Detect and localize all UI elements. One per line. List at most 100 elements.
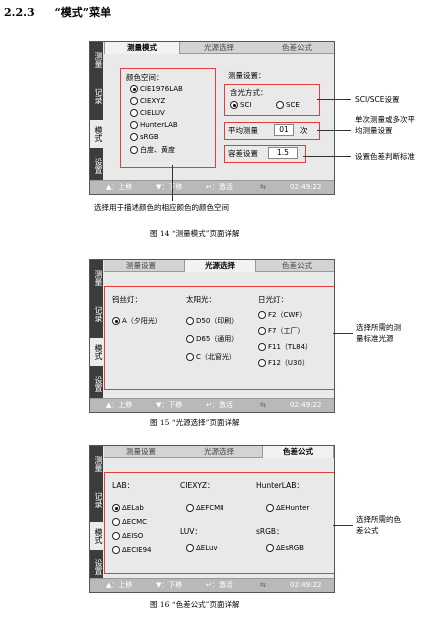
side-menu: 测量 记录 模式 设置 [90, 446, 103, 592]
leader-line [317, 130, 351, 131]
illuminant-option[interactable]: A（夕阳光） [112, 316, 162, 326]
clock-time: 02:49:22 [290, 183, 322, 191]
measure-settings-title: 测量设置： [228, 71, 266, 80]
clock-time: 02:49:22 [290, 581, 322, 589]
bottom-bar: ▲：上移 ▼：下移 ↵：激活 ⇆ 02:49:22 [90, 398, 334, 412]
lab-title: LAB： [112, 481, 135, 490]
annot-avg-measure: 单次测量或多次平 均测量设置 [355, 115, 415, 135]
side-menu-settings[interactable]: 设置 [90, 154, 103, 178]
leader-line [172, 165, 173, 201]
side-menu-mode[interactable]: 模式 [90, 338, 103, 366]
formula-option[interactable]: ΔEHunter [266, 504, 309, 512]
enter-hint: ↵：激活 [206, 183, 233, 191]
tab-measure-mode[interactable]: 测量模式 [104, 42, 180, 54]
radio-icon [112, 546, 120, 554]
tolerance-value[interactable]: 1.5 [268, 147, 298, 159]
ciexyz-title: CIEXYZ： [180, 481, 215, 490]
tab-color-diff[interactable]: 色差公式 [262, 446, 334, 458]
sce-option[interactable]: SCE [276, 101, 300, 109]
side-menu-record[interactable]: 记录 [90, 302, 103, 326]
figure-caption: 图 16 “色差公式”页面详解 [150, 600, 240, 609]
tab-illuminant[interactable]: 光源选择 [184, 42, 254, 53]
annot-color-space: 选择用于描述颜色的相应颜色的颜色空间 [94, 203, 229, 212]
side-menu-measure[interactable]: 测量 [90, 266, 103, 290]
luv-title: LUV： [180, 527, 202, 536]
leader-line [303, 156, 351, 157]
radio-icon [258, 327, 266, 335]
radio-icon [266, 504, 274, 512]
annot-tolerance: 设置色差判断标准 [355, 152, 415, 161]
radio-icon [130, 133, 138, 141]
radio-icon [186, 504, 194, 512]
radio-icon [186, 335, 194, 343]
radio-icon [130, 121, 138, 129]
pc-link-icon: ⇆ [260, 581, 266, 589]
leader-line [333, 333, 353, 334]
radio-icon [186, 317, 194, 325]
tab-measure-settings[interactable]: 测量设置 [104, 446, 178, 457]
avg-measure-value[interactable]: 01 [274, 124, 294, 136]
formula-option[interactable]: ΔEsRGB [266, 544, 304, 552]
color-space-option[interactable]: CIEXYZ [130, 97, 165, 105]
formula-option[interactable]: ΔEISO [112, 532, 143, 540]
radio-icon [258, 311, 266, 319]
radio-selected-icon [230, 101, 238, 109]
illuminant-option[interactable]: F11（TL84） [258, 342, 312, 352]
illuminant-screen: 测量 记录 模式 设置 测量设置 光源选择 色差公式 钨丝灯： A（夕阳光） 太… [89, 259, 335, 413]
side-menu-measure[interactable]: 测量 [90, 48, 103, 72]
color-space-option[interactable]: 白度、黄度 [130, 145, 175, 155]
tungsten-title: 钨丝灯： [112, 295, 142, 304]
side-menu-settings[interactable]: 设置 [90, 372, 103, 396]
radio-icon [112, 532, 120, 540]
formula-option[interactable]: ΔELab [112, 504, 144, 512]
color-space-option[interactable]: CIELUV [130, 109, 165, 117]
formula-option[interactable]: ΔELuv [186, 544, 218, 552]
up-hint: ▲：上移 [106, 581, 133, 589]
section-heading: 2.2.3 “模式”菜单 [4, 4, 111, 20]
illuminant-option[interactable]: F7（工厂） [258, 326, 304, 336]
annot-sci-sce: SCI/SCE设置 [355, 95, 400, 104]
formula-option[interactable]: ΔEFCMⅡ [186, 504, 224, 512]
tab-illuminant[interactable]: 光源选择 [184, 260, 256, 272]
illuminant-option[interactable]: D65（通用） [186, 334, 238, 344]
radio-icon [258, 359, 266, 367]
figure-caption: 图 14 “测量模式”页面详解 [150, 229, 240, 238]
tab-color-diff[interactable]: 色差公式 [262, 42, 332, 53]
specular-label: 含光方式： [230, 88, 268, 97]
color-space-option[interactable]: HunterLAB [130, 121, 178, 129]
measure-mode-screen: 测量 记录 模式 设置 测量模式 光源选择 色差公式 颜色空间： CIE1976… [89, 41, 335, 195]
avg-measure-label: 平均测量 [228, 126, 258, 135]
color-space-option[interactable]: sRGB [130, 133, 159, 141]
side-menu-mode[interactable]: 模式 [90, 522, 103, 550]
formula-option[interactable]: ΔECMC [112, 518, 147, 526]
side-menu-record[interactable]: 记录 [90, 488, 103, 512]
down-hint: ▼：下移 [156, 401, 183, 409]
illuminant-option[interactable]: C（北窗光） [186, 352, 236, 362]
sun-title: 太阳光： [186, 295, 216, 304]
fluorescent-title: 日光灯： [258, 295, 288, 304]
side-menu-mode[interactable]: 模式 [90, 120, 103, 148]
tab-color-diff[interactable]: 色差公式 [262, 260, 332, 271]
illuminant-option[interactable]: F2（CWF） [258, 310, 306, 320]
side-menu-settings[interactable]: 设置 [90, 556, 103, 578]
hunterlab-title: HunterLAB： [256, 481, 304, 490]
avg-measure-unit: 次 [300, 126, 308, 135]
radio-icon [258, 343, 266, 351]
color-diff-screen: 测量 记录 模式 设置 测量设置 光源选择 色差公式 LAB： ΔELab ΔE… [89, 445, 335, 593]
down-hint: ▼：下移 [156, 183, 183, 191]
clock-time: 02:49:22 [290, 401, 322, 409]
illuminant-option[interactable]: F12（U30） [258, 358, 309, 368]
illuminant-option[interactable]: D50（印刷） [186, 316, 238, 326]
pc-link-icon: ⇆ [260, 401, 266, 409]
side-menu-measure[interactable]: 测量 [90, 452, 103, 476]
sci-option[interactable]: SCI [230, 101, 251, 109]
side-menu-record[interactable]: 记录 [90, 84, 103, 108]
formula-option[interactable]: ΔECIE94 [112, 546, 152, 554]
radio-icon [130, 146, 138, 154]
annot-color-diff: 选择所需的色 差公式 [356, 515, 401, 535]
figure-caption: 图 15 “光源选择”页面详解 [150, 418, 240, 427]
color-space-option[interactable]: CIE1976LAB [130, 85, 183, 93]
tab-illuminant[interactable]: 光源选择 [184, 446, 254, 457]
radio-icon [186, 544, 194, 552]
tab-measure-settings[interactable]: 测量设置 [104, 260, 178, 271]
